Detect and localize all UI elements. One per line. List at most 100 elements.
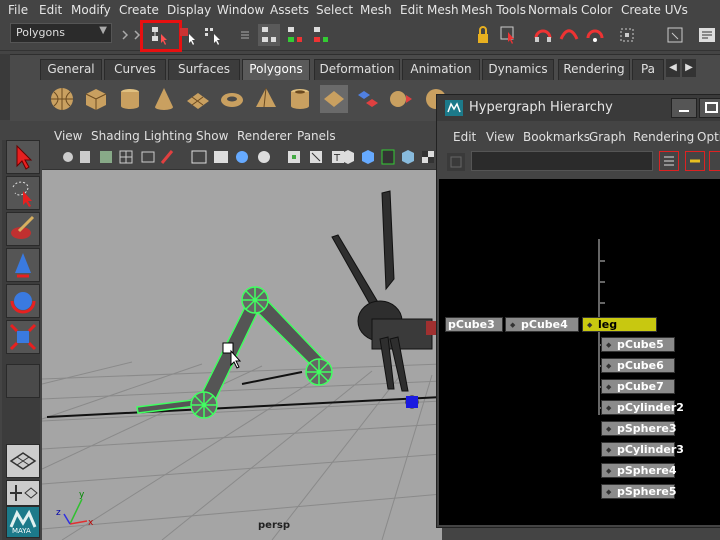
menu-mesh[interactable]: Mesh: [360, 3, 392, 17]
hg-menu-rendering[interactable]: Rendering: [633, 130, 694, 144]
tab-rendering[interactable]: Rendering: [558, 59, 630, 80]
shaded-wire-icon[interactable]: [236, 151, 248, 163]
clear-graph-icon[interactable]: [709, 151, 720, 171]
poly-cube-icon[interactable]: [82, 85, 110, 113]
vp-menu-shading[interactable]: Shading: [91, 129, 140, 143]
vp-menu-renderer[interactable]: Renderer: [237, 129, 292, 143]
poly-cone-icon[interactable]: [150, 85, 178, 113]
hg-node-child[interactable]: ◆ pCylinder2: [601, 400, 684, 415]
menu-display[interactable]: Display: [167, 3, 211, 17]
hg-node-child[interactable]: ◆ pCylinder3: [601, 442, 684, 457]
scene-canvas[interactable]: x y z: [42, 169, 442, 540]
poly-plane-icon[interactable]: [184, 85, 212, 113]
select-highlight-icon[interactable]: [498, 24, 520, 46]
menu-set-dropdown[interactable]: Polygons ▼: [10, 23, 112, 43]
scale-tool-icon[interactable]: [6, 320, 40, 354]
snap-to-curve-icon[interactable]: [558, 24, 580, 46]
hypergraph-title-bar[interactable]: Hypergraph Hierarchy: [437, 95, 720, 121]
snap-to-grid-icon[interactable]: [532, 24, 554, 46]
vp-menu-lighting[interactable]: Lighting: [144, 129, 193, 143]
hypergraph-search-input[interactable]: [471, 151, 653, 171]
hg-node-child[interactable]: ◆ pSphere5: [601, 484, 677, 499]
tab-dynamics[interactable]: Dynamics: [482, 59, 554, 80]
film-gate-icon[interactable]: [141, 151, 155, 163]
collapse-arrow-icon[interactable]: [114, 24, 129, 46]
hg-node-child[interactable]: ◆ pCube5: [601, 337, 675, 352]
hg-node-leg[interactable]: ◆ leg: [582, 317, 657, 332]
resolution-gate-icon[interactable]: [160, 150, 174, 164]
layout-single-icon[interactable]: [6, 444, 40, 478]
select-tool-icon[interactable]: [6, 140, 40, 174]
scene-hierarchy-icon[interactable]: [447, 153, 465, 171]
hg-menu-options[interactable]: Optio: [697, 130, 720, 144]
select-by-object-icon[interactable]: [177, 24, 199, 46]
leg-hierarchy[interactable]: [136, 286, 333, 419]
poly-sphere-icon[interactable]: [48, 85, 76, 113]
vp-menu-panels[interactable]: Panels: [297, 129, 336, 143]
hierarchy-mask-icon[interactable]: [258, 24, 280, 46]
last-tool-slot[interactable]: [6, 364, 40, 398]
menu-normals[interactable]: Normals: [528, 3, 578, 17]
lock-icon[interactable]: [472, 24, 494, 46]
poly-torus-icon[interactable]: [218, 85, 246, 113]
select-by-component-icon[interactable]: [202, 24, 224, 46]
tab-general[interactable]: General: [40, 59, 102, 80]
tab-curves[interactable]: Curves: [104, 59, 166, 80]
menu-assets[interactable]: Assets: [270, 3, 309, 17]
textured-icon[interactable]: [288, 151, 300, 163]
component-mask-icon[interactable]: [310, 24, 332, 46]
checker-icon[interactable]: [422, 151, 434, 163]
shelf-scroll-right-icon[interactable]: ▶: [682, 59, 696, 77]
collapse-arrow-icon[interactable]: [126, 24, 141, 46]
hg-menu-edit[interactable]: Edit: [453, 130, 476, 144]
rotate-tool-icon[interactable]: [6, 284, 40, 318]
input-connections-icon[interactable]: [659, 151, 679, 171]
menu-color[interactable]: Color: [581, 3, 612, 17]
isolate-select-icon[interactable]: [342, 150, 354, 164]
hypergraph-graph-area[interactable]: pCube3 ◆ pCube4 ◆ leg ◆ pCube5 ◆ pCube6 ◆ pCu…: [439, 179, 720, 525]
paint-select-tool-icon[interactable]: [6, 212, 40, 246]
grid-toggle-icon[interactable]: [119, 150, 133, 164]
wireframe-icon[interactable]: [191, 150, 207, 164]
hg-node-pcube3[interactable]: pCube3: [445, 317, 503, 332]
perspective-viewport[interactable]: View Shading Lighting Show Renderer Pane…: [42, 127, 442, 540]
tab-animation[interactable]: Animation: [402, 59, 480, 80]
vp-menu-show[interactable]: Show: [196, 129, 228, 143]
image-plane-icon[interactable]: [100, 151, 112, 163]
hg-node-child[interactable]: ◆ pCube6: [601, 358, 675, 373]
tab-surfaces[interactable]: Surfaces: [168, 59, 240, 80]
hg-node-pcube4[interactable]: ◆ pCube4: [505, 317, 579, 332]
hg-menu-view[interactable]: View: [486, 130, 514, 144]
extract-icon[interactable]: [388, 85, 416, 113]
backface-icon[interactable]: [402, 150, 414, 164]
tab-deformation[interactable]: Deformation: [314, 59, 400, 80]
make-live-icon[interactable]: [664, 24, 686, 46]
snap-to-view-plane-icon[interactable]: [616, 24, 638, 46]
lights-icon[interactable]: [310, 151, 322, 163]
combine-icon[interactable]: [320, 85, 348, 113]
menu-create[interactable]: Create: [119, 3, 159, 17]
shelf-scroll-left-icon[interactable]: ◀: [666, 59, 680, 77]
history-icon[interactable]: [696, 24, 718, 46]
separate-icon[interactable]: [354, 85, 382, 113]
hg-node-child[interactable]: ◆ pSphere3: [601, 421, 677, 436]
vp-menu-view[interactable]: View: [54, 129, 82, 143]
hg-menu-graph[interactable]: Graph: [589, 130, 626, 144]
menu-window[interactable]: Window: [217, 3, 264, 17]
smooth-shade-icon[interactable]: [214, 151, 228, 163]
minimize-button[interactable]: [671, 98, 697, 118]
menu-edit-mesh[interactable]: Edit Mesh: [400, 3, 459, 17]
menu-modify[interactable]: Modify: [71, 3, 111, 17]
menu-mesh-tools[interactable]: Mesh Tools: [461, 3, 526, 17]
select-by-hierarchy-icon[interactable]: [149, 24, 171, 46]
menu-file[interactable]: File: [8, 3, 28, 17]
hg-node-child[interactable]: ◆ pSphere4: [601, 463, 677, 478]
menu-create-uvs[interactable]: Create UVs: [621, 3, 688, 17]
lasso-tool-icon[interactable]: [6, 176, 40, 210]
xray-icon[interactable]: [362, 150, 374, 164]
hg-node-child[interactable]: ◆ pCube7: [601, 379, 675, 394]
xray-joints-icon[interactable]: [381, 149, 395, 165]
poly-pipe-icon[interactable]: [286, 85, 314, 113]
move-tool-icon[interactable]: [6, 248, 40, 282]
menu-select[interactable]: Select: [316, 3, 353, 17]
